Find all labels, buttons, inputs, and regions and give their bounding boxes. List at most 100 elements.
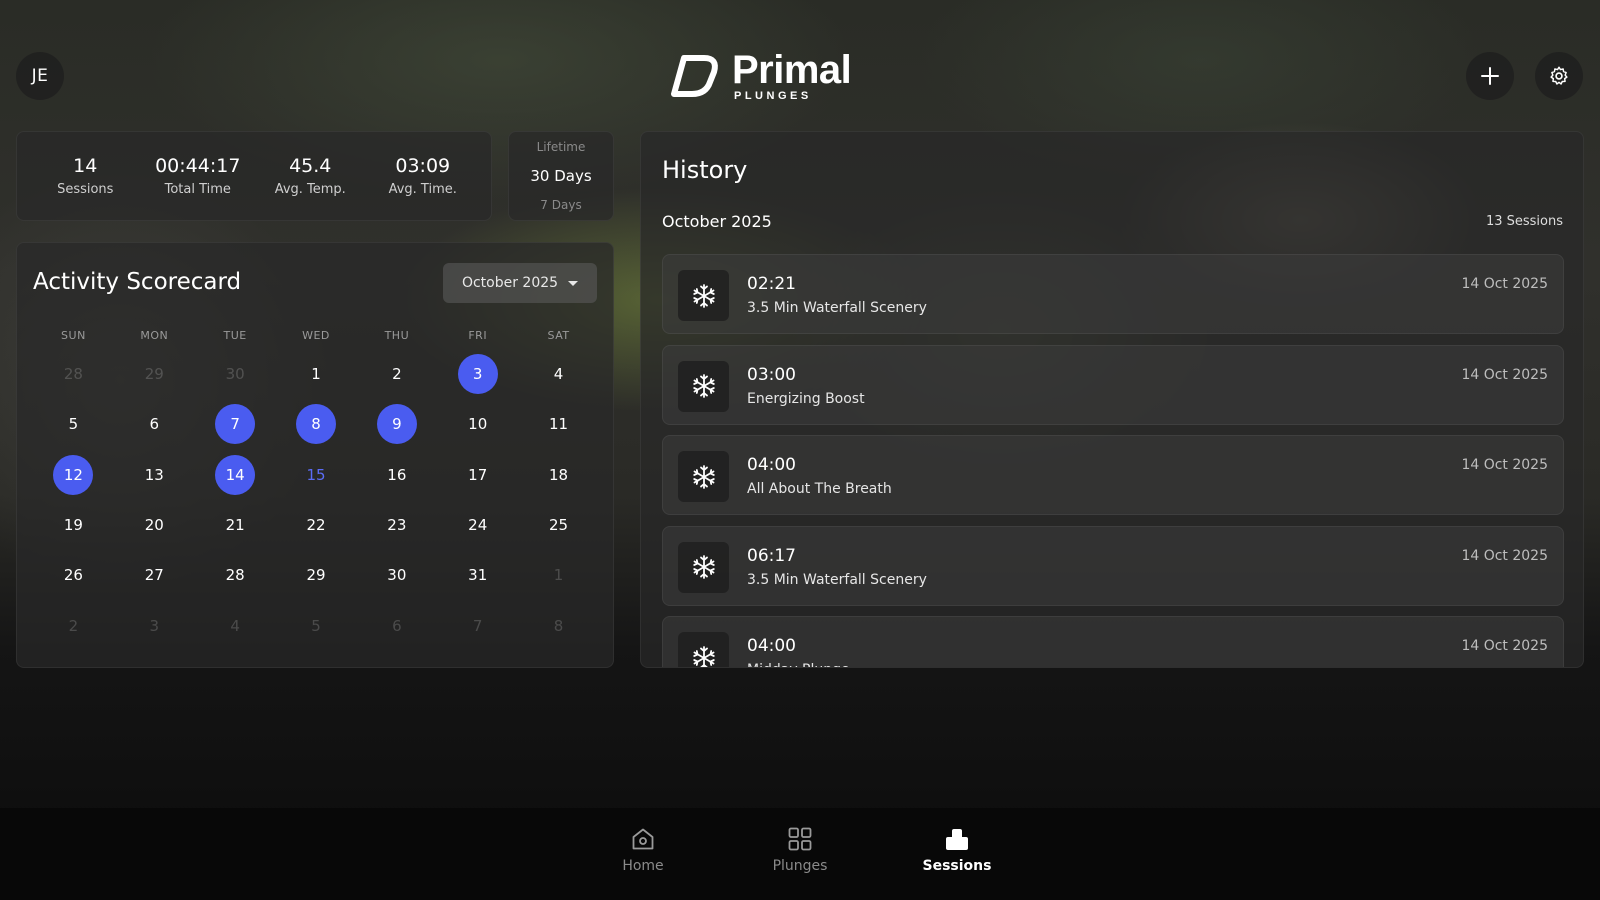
- calendar-day-number: 5: [68, 415, 79, 434]
- calendar-day[interactable]: 28: [195, 550, 276, 600]
- calendar-day[interactable]: 2: [356, 349, 437, 399]
- calendar-day-number: 4: [230, 616, 240, 635]
- session-name: 3.5 Min Waterfall Scenery: [747, 300, 927, 316]
- weekday-label: TUE: [223, 329, 247, 342]
- history-list[interactable]: 02:21 3.5 Min Waterfall Scenery 14 Oct 202…: [662, 254, 1564, 667]
- range-option-lifetime[interactable]: Lifetime: [537, 140, 586, 154]
- calendar-day[interactable]: 19: [33, 500, 114, 550]
- calendar-day[interactable]: 3: [437, 349, 518, 399]
- calendar-day-number: 6: [392, 616, 402, 635]
- calendar-day[interactable]: 2: [33, 600, 114, 650]
- snowflake-icon: [691, 554, 717, 580]
- calendar-day[interactable]: 18: [518, 450, 599, 500]
- calendar-day[interactable]: 25: [518, 500, 599, 550]
- calendar-day[interactable]: 7: [437, 600, 518, 650]
- calendar-day-number: 22: [306, 516, 326, 535]
- calendar-day-number: 11: [549, 415, 569, 434]
- calendar-day[interactable]: 9: [356, 399, 437, 449]
- calendar-day[interactable]: 4: [518, 349, 599, 399]
- calendar-day[interactable]: 15: [276, 450, 357, 500]
- nav-home[interactable]: Home: [565, 808, 722, 900]
- calendar-day-number: 8: [553, 616, 564, 635]
- calendar-day-number: 29: [306, 566, 326, 585]
- calendar-day[interactable]: 8: [276, 399, 357, 449]
- calendar-day[interactable]: 16: [356, 450, 437, 500]
- session-duration: 02:21: [747, 274, 796, 294]
- calendar-day-number: 30: [225, 365, 245, 384]
- calendar-day-number: 7: [472, 616, 483, 635]
- session-row[interactable]: 04:00 All About The Breath 14 Oct 2025: [662, 435, 1564, 515]
- calendar-day-number: 20: [144, 516, 164, 535]
- calendar-day[interactable]: 10: [437, 399, 518, 449]
- stat-label: Avg. Time.: [388, 182, 457, 197]
- settings-button[interactable]: [1535, 52, 1583, 100]
- calendar-day[interactable]: 11: [518, 399, 599, 449]
- calendar-day-number: 1: [553, 566, 564, 585]
- calendar-day-number: 14: [215, 454, 256, 495]
- range-picker[interactable]: Lifetime 30 Days 7 Days: [508, 131, 614, 221]
- calendar-day[interactable]: 20: [114, 500, 195, 550]
- nav-plunges[interactable]: Plunges: [722, 808, 879, 900]
- calendar-day[interactable]: 23: [356, 500, 437, 550]
- calendar-day[interactable]: 26: [33, 550, 114, 600]
- range-option-7-days[interactable]: 7 Days: [540, 198, 581, 212]
- calendar-day[interactable]: 27: [114, 550, 195, 600]
- calendar-day[interactable]: 14: [195, 450, 276, 500]
- avatar[interactable]: JE: [16, 52, 64, 100]
- plus-icon: [1481, 67, 1499, 85]
- session-icon-box: [678, 270, 729, 321]
- calendar-day-number: 9: [376, 404, 417, 445]
- history-session-count: 13 Sessions: [1485, 214, 1563, 229]
- gear-icon: [1550, 66, 1568, 85]
- session-icon-box: [678, 451, 729, 502]
- calendar-day[interactable]: 17: [437, 450, 518, 500]
- calendar-day[interactable]: 21: [195, 500, 276, 550]
- calendar-day-number: 29: [144, 365, 164, 384]
- add-button[interactable]: [1466, 52, 1514, 100]
- history-month: October 2025: [662, 212, 772, 231]
- calendar-day[interactable]: 6: [114, 399, 195, 449]
- stat-label: Total Time: [164, 182, 231, 197]
- calendar-day[interactable]: 31: [437, 550, 518, 600]
- calendar-day-number: 28: [63, 365, 83, 384]
- session-duration: 04:00: [747, 636, 796, 656]
- calendar-day[interactable]: 13: [114, 450, 195, 500]
- month-selector[interactable]: October 2025: [443, 263, 597, 303]
- calendar-day[interactable]: 7: [195, 399, 276, 449]
- calendar-day[interactable]: 8: [518, 600, 599, 650]
- session-row[interactable]: 02:21 3.5 Min Waterfall Scenery 14 Oct 202…: [662, 254, 1564, 334]
- range-option-30-days[interactable]: 30 Days: [530, 167, 591, 185]
- calendar-day[interactable]: 30: [195, 349, 276, 399]
- brand-logo: Primal PLUNGES: [670, 50, 852, 102]
- session-row[interactable]: 06:17 3.5 Min Waterfall Scenery 14 Oct 202…: [662, 525, 1564, 606]
- calendar-day-number: 4: [553, 365, 564, 384]
- calendar-day[interactable]: 1: [276, 349, 357, 399]
- calendar-day[interactable]: 12: [33, 450, 114, 500]
- nav-sessions[interactable]: Sessions: [879, 808, 1036, 900]
- calendar-day[interactable]: 24: [437, 500, 518, 550]
- calendar-day[interactable]: 3: [114, 600, 195, 650]
- weekday-label: SAT: [547, 329, 570, 342]
- session-row[interactable]: 04:00 Midday Plunge 14 Oct 2025: [662, 616, 1564, 667]
- session-icon-box: [678, 632, 729, 667]
- calendar-day[interactable]: 5: [276, 600, 357, 650]
- calendar-day-number: 27: [144, 566, 164, 585]
- calendar-day-number: 16: [387, 465, 407, 484]
- calendar-day[interactable]: 30: [356, 550, 437, 600]
- session-date: 14 Oct 2025: [1461, 457, 1548, 473]
- calendar-day[interactable]: 4: [195, 600, 276, 650]
- weekday-label: MON: [140, 329, 169, 342]
- calendar-day[interactable]: 6: [356, 600, 437, 650]
- calendar-day[interactable]: 5: [33, 399, 114, 449]
- calendar-day[interactable]: 29: [276, 550, 357, 600]
- calendar-day[interactable]: 1: [518, 550, 599, 600]
- calendar-day-number: 1: [311, 365, 321, 384]
- session-row[interactable]: 03:00 Energizing Boost 14 Oct 2025: [662, 344, 1564, 425]
- calendar-day-number: 26: [63, 566, 83, 585]
- calendar-day[interactable]: 28: [33, 349, 114, 399]
- calendar-day-number: 19: [63, 516, 83, 535]
- calendar-day[interactable]: 29: [114, 349, 195, 399]
- grid-icon: [788, 827, 812, 851]
- session-duration: 04:00: [747, 455, 796, 475]
- calendar-day[interactable]: 22: [276, 500, 357, 550]
